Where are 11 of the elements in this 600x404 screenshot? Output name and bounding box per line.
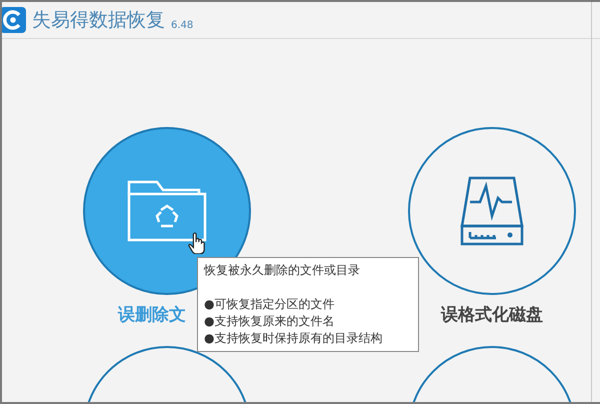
folder-icon	[127, 180, 207, 242]
hand-cursor-icon	[188, 232, 206, 254]
tooltip-item: ●支持恢复原来的文件名	[204, 313, 336, 330]
tooltip-item: ●可恢复指定分区的文件	[204, 296, 336, 313]
tooltip-title: 恢复被永久删除的文件或目录	[204, 262, 361, 279]
mode-label: 误删除文	[118, 304, 186, 326]
mode-label: 误格式化磁盘	[441, 304, 543, 326]
window-title: 失易得数据恢复	[32, 8, 165, 33]
version-label: 6.48	[171, 20, 194, 30]
hard-drive-icon	[460, 176, 524, 246]
tooltip-item: ●支持恢复时保持原有的目录结构	[204, 330, 384, 347]
